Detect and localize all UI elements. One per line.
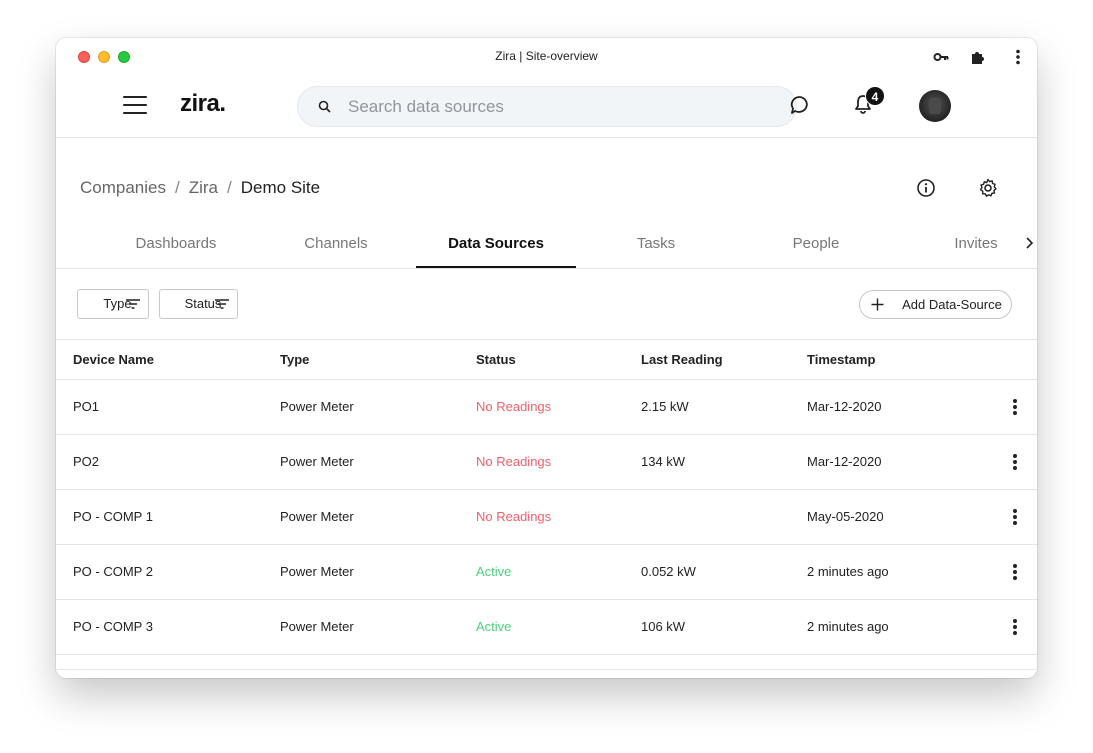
timestamp-cell: 2 minutes ago [807,619,889,634]
table-row[interactable]: PO2 Power Meter No Readings 134 kW Mar-1… [56,435,1037,490]
add-data-source-button[interactable]: Add Data-Source [859,290,1012,319]
breadcrumb-companies[interactable]: Companies [80,178,166,197]
type-cell: Power Meter [280,509,354,524]
status-filter-button[interactable]: Status [159,289,238,319]
site-tabs: Dashboards Channels Data Sources Tasks P… [56,228,1037,269]
breadcrumb-current-site: Demo Site [240,178,321,197]
settings-gear-icon[interactable] [978,178,998,203]
last-reading-cell: 0.052 kW [641,564,696,579]
status-cell: No Readings [476,454,552,469]
tab-tasks[interactable]: Tasks [576,228,736,268]
status-cell: No Readings [476,509,552,524]
timestamp-cell: May-05-2020 [807,509,884,524]
breadcrumb-separator: / [175,178,180,197]
data-sources-table: Device Name Type Status Last Reading Tim… [56,340,1037,670]
search-icon [318,100,331,113]
device-name-cell: PO - COMP 2 [73,564,153,579]
table-header-row: Device Name Type Status Last Reading Tim… [56,340,1037,380]
row-more-options-icon[interactable] [1010,619,1020,637]
tab-people[interactable]: People [736,228,896,268]
column-header-status[interactable]: Status [476,340,516,380]
breadcrumb-separator: / [227,178,232,197]
table-row[interactable]: PO - COMP 2 Power Meter Active 0.052 kW … [56,545,1037,600]
last-reading-cell: 106 kW [641,619,686,634]
chat-bubble-icon[interactable] [790,95,810,120]
breadcrumb-zira[interactable]: Zira [189,178,218,197]
column-header-timestamp[interactable]: Timestamp [807,340,875,380]
search-bar[interactable] [297,86,797,127]
table-row-partial [56,655,1037,670]
table-row[interactable]: PO - COMP 3 Power Meter Active 106 kW 2 … [56,600,1037,655]
type-cell: Power Meter [280,564,354,579]
extensions-puzzle-icon[interactable] [969,48,987,66]
timestamp-cell: Mar-12-2020 [807,399,882,414]
table-row[interactable]: PO - COMP 1 Power Meter No Readings May-… [56,490,1037,545]
row-more-options-icon[interactable] [1010,399,1020,417]
column-header-type[interactable]: Type [280,340,309,380]
info-icon[interactable] [916,178,936,203]
filter-lines-icon [215,299,229,309]
row-more-options-icon[interactable] [1010,454,1020,472]
row-more-options-icon[interactable] [1010,564,1020,582]
app-header: zira. 4 [56,76,1037,138]
tabs-scroll-right-chevron-icon[interactable] [1024,236,1034,255]
tab-invites[interactable]: Invites [896,228,1037,268]
device-name-cell: PO - COMP 3 [73,619,153,634]
tab-channels[interactable]: Channels [256,228,416,268]
filter-bar: Type Status Add Data-Source [56,269,1037,340]
notification-count-badge[interactable]: 4 [865,86,885,106]
plus-icon [871,298,884,311]
type-cell: Power Meter [280,619,354,634]
row-more-options-icon[interactable] [1010,509,1020,527]
title-bar: Zira | Site-overview [56,38,1037,76]
user-avatar[interactable] [919,90,951,122]
breadcrumb: Companies / Zira / Demo Site [80,178,320,198]
last-reading-cell: 2.15 kW [641,399,689,414]
key-icon[interactable] [932,48,950,66]
table-row[interactable]: PO1 Power Meter No Readings 2.15 kW Mar-… [56,380,1037,435]
add-data-source-label: Add Data-Source [902,297,1002,312]
status-cell: No Readings [476,399,552,414]
type-cell: Power Meter [280,454,354,469]
timestamp-cell: 2 minutes ago [807,564,889,579]
type-cell: Power Meter [280,399,354,414]
device-name-cell: PO - COMP 1 [73,509,153,524]
tab-data-sources[interactable]: Data Sources [416,228,576,268]
type-filter-button[interactable]: Type [77,289,149,319]
column-header-last-reading[interactable]: Last Reading [641,340,723,380]
last-reading-cell: 134 kW [641,454,686,469]
column-header-device-name[interactable]: Device Name [73,340,154,380]
search-input[interactable] [348,95,768,119]
zira-logo[interactable]: zira. [180,90,226,118]
menu-hamburger-icon[interactable] [123,96,147,116]
timestamp-cell: Mar-12-2020 [807,454,882,469]
device-name-cell: PO1 [73,399,100,414]
device-name-cell: PO2 [73,454,100,469]
tab-dashboards[interactable]: Dashboards [96,228,256,268]
browser-window: Zira | Site-overview zira. 4 Companies / Z… [56,38,1037,678]
window-title: Zira | Site-overview [495,49,598,63]
status-cell: Active [476,619,512,634]
status-cell: Active [476,564,512,579]
filter-lines-icon [126,299,140,309]
browser-menu-icon[interactable] [1009,48,1027,66]
